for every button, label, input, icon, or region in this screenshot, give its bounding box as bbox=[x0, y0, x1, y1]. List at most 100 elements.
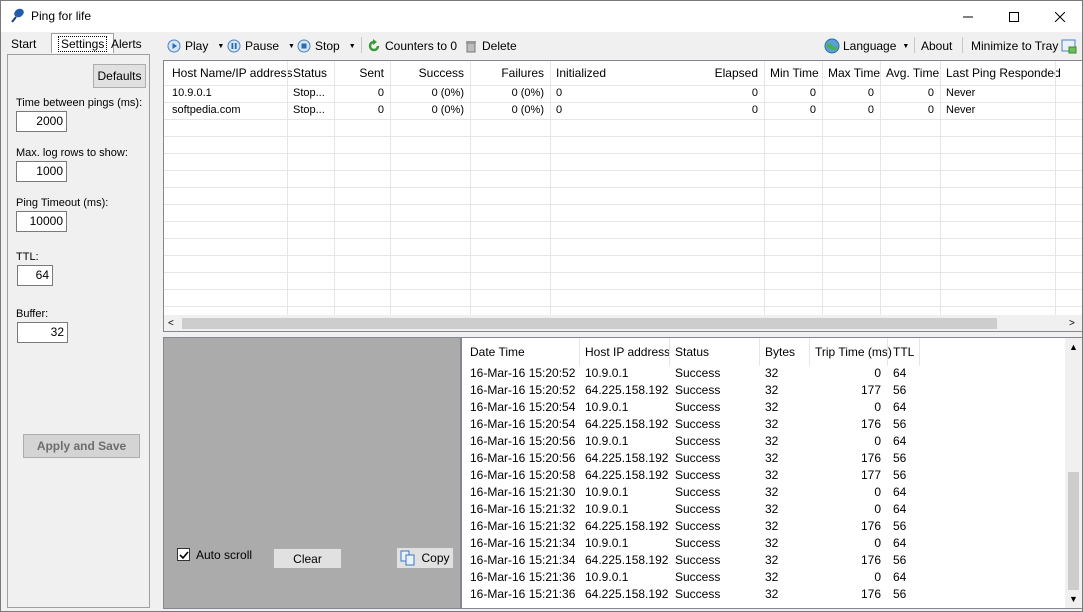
column-header-max-time[interactable]: Max Time bbox=[822, 61, 880, 85]
column-header-avg-time[interactable]: Avg. Time bbox=[880, 61, 940, 85]
max-log-rows-label: Max. log rows to show: bbox=[16, 147, 128, 159]
table-row[interactable]: 16-Mar-16 15:20:52 64.225.158.192 Succes… bbox=[462, 382, 1062, 399]
table-row[interactable]: 16-Mar-16 15:21:32 10.9.0.1 Success 32 0… bbox=[462, 501, 1062, 518]
log-controls-panel: Auto scroll Clear Copy bbox=[163, 337, 461, 609]
column-header-host[interactable]: Host Name/IP address bbox=[166, 61, 293, 85]
buffer-input[interactable]: 32 bbox=[17, 322, 68, 343]
buffer-label: Buffer: bbox=[16, 308, 49, 320]
minimize-window-button[interactable] bbox=[945, 1, 991, 32]
title-bar: Ping for life bbox=[1, 1, 1082, 32]
ping-log-table: Date Time Host IP address Status Bytes T… bbox=[461, 337, 1082, 609]
tab-start[interactable]: Start bbox=[5, 35, 42, 53]
column-header-status[interactable]: Status bbox=[669, 338, 759, 366]
grid-line bbox=[164, 221, 1082, 222]
grid-line bbox=[164, 170, 1082, 171]
column-header-status[interactable]: Status bbox=[287, 61, 334, 85]
table-row[interactable]: 16-Mar-16 15:21:36 64.225.158.192 Succes… bbox=[462, 586, 1062, 603]
language-button[interactable]: Language ▼ bbox=[824, 37, 909, 55]
column-header-trip-time[interactable]: Trip Time (ms) bbox=[809, 338, 892, 366]
stop-button[interactable]: Stop ▼ bbox=[297, 37, 356, 55]
vertical-scroll-thumb[interactable] bbox=[1068, 472, 1079, 590]
delete-button[interactable]: Delete bbox=[464, 37, 517, 55]
time-between-pings-label: Time between pings (ms): bbox=[16, 97, 143, 109]
grid-line bbox=[164, 289, 1082, 290]
app-window: Ping for life Start Settings Alerts Defa… bbox=[0, 0, 1083, 612]
table-row[interactable]: 16-Mar-16 15:21:30 10.9.0.1 Success 32 0… bbox=[462, 484, 1062, 501]
toolbar-separator bbox=[914, 37, 915, 53]
auto-scroll-checkbox[interactable] bbox=[177, 548, 190, 561]
time-between-pings-input[interactable]: 2000 bbox=[16, 111, 67, 132]
table-row[interactable]: 16-Mar-16 15:20:54 10.9.0.1 Success 32 0… bbox=[462, 399, 1062, 416]
table-row[interactable]: 16-Mar-16 15:20:56 64.225.158.192 Succes… bbox=[462, 450, 1062, 467]
grid-line bbox=[887, 338, 888, 366]
defaults-button[interactable]: Defaults bbox=[93, 64, 146, 88]
trash-icon bbox=[466, 41, 476, 53]
max-log-rows-input[interactable]: 1000 bbox=[16, 161, 67, 182]
maximize-window-button[interactable] bbox=[991, 1, 1037, 32]
table-row[interactable]: 16-Mar-16 15:21:36 10.9.0.1 Success 32 0… bbox=[462, 569, 1062, 586]
hosts-table: Host Name/IP address Status Sent Success… bbox=[163, 60, 1082, 332]
grid-line bbox=[164, 187, 1082, 188]
grid-line bbox=[759, 338, 760, 366]
close-window-button[interactable] bbox=[1037, 1, 1082, 32]
horizontal-scroll-thumb[interactable] bbox=[182, 318, 997, 329]
column-header-failures[interactable]: Failures bbox=[470, 61, 550, 85]
scroll-down-icon[interactable]: ▼ bbox=[1069, 594, 1078, 604]
grid-line bbox=[164, 119, 1082, 120]
table-row[interactable]: 16-Mar-16 15:21:34 10.9.0.1 Success 32 0… bbox=[462, 535, 1062, 552]
maximize-icon bbox=[1009, 11, 1019, 22]
vertical-scrollbar[interactable]: ▲ ▼ bbox=[1065, 338, 1082, 608]
auto-scroll-label[interactable]: Auto scroll bbox=[196, 548, 252, 562]
ping-timeout-label: Ping Timeout (ms): bbox=[16, 197, 109, 209]
table-row[interactable]: 16-Mar-16 15:21:32 64.225.158.192 Succes… bbox=[462, 518, 1062, 535]
minimize-to-tray-button[interactable]: Minimize to Tray bbox=[971, 37, 1077, 55]
column-header-min-time[interactable]: Min Time bbox=[764, 61, 822, 85]
column-header-sent[interactable]: Sent bbox=[334, 61, 390, 85]
column-header-elapsed[interactable]: Elapsed bbox=[664, 61, 764, 85]
column-header-ttl[interactable]: TTL bbox=[887, 338, 919, 366]
grid-line bbox=[164, 272, 1082, 273]
scroll-right-icon[interactable]: > bbox=[1069, 318, 1075, 329]
column-header-success[interactable]: Success bbox=[390, 61, 470, 85]
column-header-host-ip[interactable]: Host IP address bbox=[579, 338, 670, 366]
grid-line bbox=[164, 238, 1082, 239]
grid-line bbox=[164, 204, 1082, 205]
chevron-down-icon: ▼ bbox=[348, 42, 356, 50]
ttl-input[interactable]: 64 bbox=[17, 265, 53, 286]
grid-line bbox=[164, 306, 1082, 307]
grid-line bbox=[164, 136, 1082, 137]
table-row[interactable]: 10.9.0.1 Stop... 0 0 (0%) 0 (0%) 0 0 0 0… bbox=[164, 85, 1082, 102]
table-row[interactable]: 16-Mar-16 15:20:56 10.9.0.1 Success 32 0… bbox=[462, 433, 1062, 450]
horizontal-scrollbar[interactable]: < > bbox=[164, 315, 1082, 331]
column-header-bytes[interactable]: Bytes bbox=[759, 338, 809, 366]
chevron-down-icon: ▼ bbox=[902, 42, 910, 50]
table-row[interactable]: 16-Mar-16 15:20:54 64.225.158.192 Succes… bbox=[462, 416, 1062, 433]
grid-line bbox=[669, 338, 670, 366]
tab-alerts[interactable]: Alerts bbox=[105, 35, 148, 53]
settings-panel: Defaults Time between pings (ms): 2000 M… bbox=[7, 54, 150, 608]
table-row[interactable]: softpedia.com Stop... 0 0 (0%) 0 (0%) 0 … bbox=[164, 102, 1082, 119]
close-icon bbox=[1055, 11, 1065, 22]
about-button[interactable]: About bbox=[921, 37, 952, 55]
scroll-left-icon[interactable]: < bbox=[168, 318, 174, 329]
clear-button[interactable]: Clear bbox=[273, 548, 342, 569]
column-header-date-time[interactable]: Date Time bbox=[464, 338, 579, 366]
play-button[interactable]: Play ▼ bbox=[167, 37, 224, 55]
grid-line bbox=[919, 338, 920, 366]
table-row[interactable]: 16-Mar-16 15:21:34 64.225.158.192 Succes… bbox=[462, 552, 1062, 569]
grid-line bbox=[164, 153, 1082, 154]
toolbar-separator bbox=[361, 37, 362, 53]
ping-timeout-input[interactable]: 10000 bbox=[16, 211, 67, 232]
copy-icon bbox=[400, 550, 415, 566]
chevron-down-icon: ▼ bbox=[288, 42, 295, 50]
copy-button[interactable]: Copy bbox=[396, 547, 454, 569]
counters-to-zero-button[interactable]: Counters to 0 bbox=[367, 37, 457, 55]
pause-button[interactable]: Pause ▼ bbox=[227, 37, 295, 55]
table-row[interactable]: 16-Mar-16 15:20:52 10.9.0.1 Success 32 0… bbox=[462, 365, 1062, 382]
tray-icon bbox=[1061, 39, 1077, 54]
table-row[interactable]: 16-Mar-16 15:20:58 64.225.158.192 Succes… bbox=[462, 467, 1062, 484]
column-header-last-ping[interactable]: Last Ping Responded bbox=[940, 61, 1061, 85]
grid-line bbox=[809, 338, 810, 366]
apply-and-save-button[interactable]: Apply and Save bbox=[23, 434, 140, 458]
scroll-up-icon[interactable]: ▲ bbox=[1069, 342, 1078, 352]
